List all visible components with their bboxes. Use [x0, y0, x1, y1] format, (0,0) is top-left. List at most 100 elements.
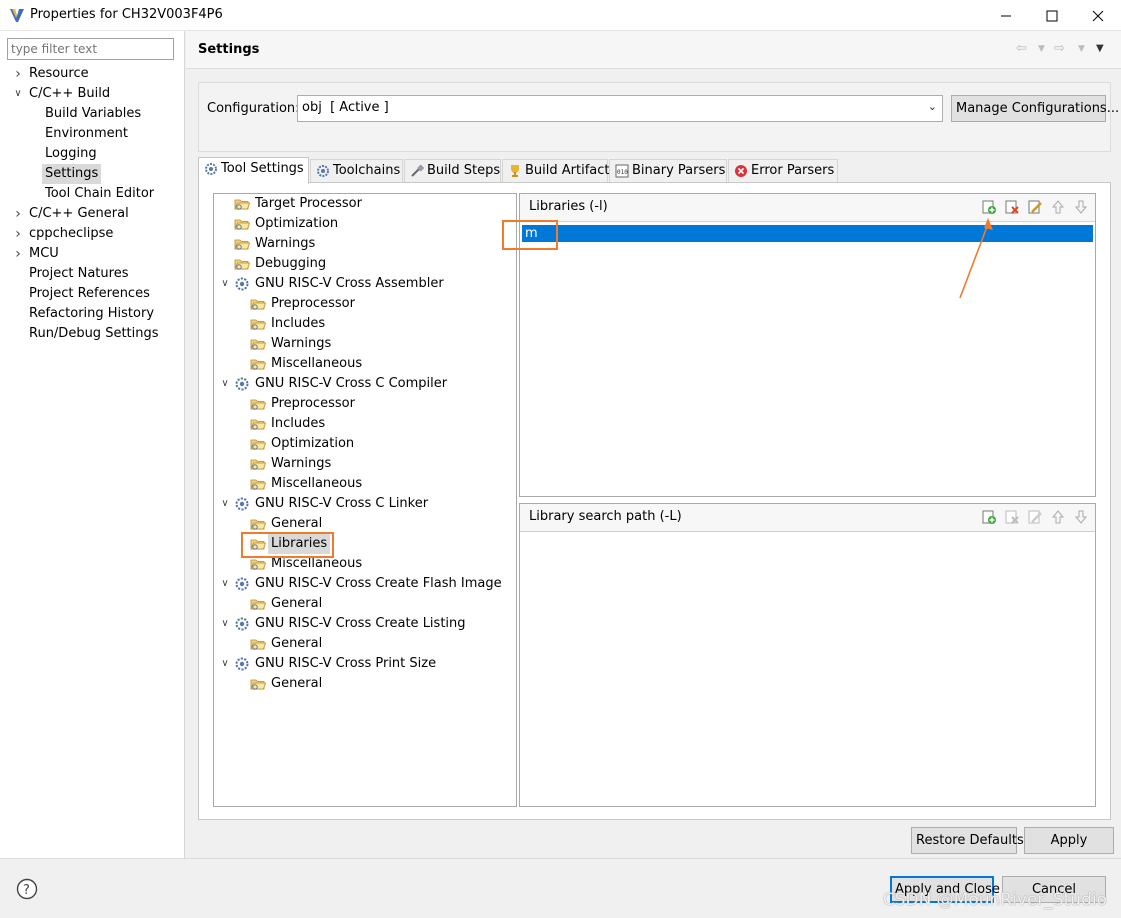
- tool-tree-label: Miscellaneous: [271, 476, 363, 491]
- option-folder-icon: [250, 596, 267, 612]
- chevron-right-icon[interactable]: ›: [12, 64, 24, 84]
- edit-icon[interactable]: [1027, 509, 1043, 525]
- manage-configurations-button[interactable]: Manage Configurations...: [951, 95, 1119, 122]
- annotation-highlight-libraries-node: [241, 532, 334, 558]
- tab-binary-parsers[interactable]: 010 Binary Parsers: [609, 159, 727, 183]
- back-arrow-icon[interactable]: ⇦: [1016, 41, 1027, 56]
- help-icon[interactable]: ?: [16, 878, 38, 900]
- chevron-down-icon[interactable]: ∨: [219, 274, 231, 294]
- watermark-text: CSDN @MounRiver_Studio: [882, 890, 1107, 910]
- tool-tree-label: General: [271, 676, 323, 691]
- option-folder-icon: [250, 476, 267, 492]
- chevron-right-icon[interactable]: ›: [12, 204, 24, 224]
- chevron-down-icon[interactable]: ∨: [219, 494, 231, 514]
- move-down-icon[interactable]: [1073, 509, 1089, 525]
- chevron-down-icon[interactable]: ∨: [12, 84, 24, 104]
- close-button[interactable]: [1075, 0, 1121, 31]
- forward-arrow-icon[interactable]: ⇨: [1054, 41, 1065, 56]
- dialog-footer: ? Apply and Close Cancel CSDN @MounRiver…: [0, 858, 1121, 918]
- tool-tree-item[interactable]: ∨ GNU RISC-V Cross Assembler: [214, 274, 516, 294]
- view-menu-icon[interactable]: ▼: [1096, 43, 1104, 54]
- nav-item[interactable]: ∨ C/C++ Build: [0, 84, 184, 104]
- option-folder-icon: [250, 336, 267, 352]
- tab-build-steps[interactable]: Build Steps: [404, 159, 501, 183]
- tool-tree-item[interactable]: ∨ GNU RISC-V Cross Create Flash Image: [214, 574, 516, 594]
- option-folder-icon: [250, 516, 267, 532]
- tool-option-item[interactable]: Miscellaneous: [214, 474, 516, 494]
- chevron-down-icon[interactable]: ∨: [219, 614, 231, 634]
- library-list-item[interactable]: m: [522, 225, 1093, 242]
- tool-tree-item[interactable]: ∨ GNU RISC-V Cross C Linker: [214, 494, 516, 514]
- restore-defaults-button[interactable]: Restore Defaults: [911, 827, 1024, 854]
- nav-item[interactable]: Run/Debug Settings: [0, 324, 184, 344]
- nav-item[interactable]: › MCU: [0, 244, 184, 264]
- tool-tree-label: Preprocessor: [271, 396, 355, 411]
- nav-item[interactable]: Logging: [0, 144, 184, 164]
- nav-item[interactable]: Refactoring History: [0, 304, 184, 324]
- edit-icon[interactable]: [1027, 199, 1043, 215]
- tool-option-item[interactable]: Debugging: [214, 254, 516, 274]
- tool-option-item[interactable]: Warnings: [214, 234, 516, 254]
- tool-option-item[interactable]: Optimization: [214, 434, 516, 454]
- tool-option-item[interactable]: Target Processor: [214, 194, 516, 214]
- nav-item[interactable]: Project References: [0, 284, 184, 304]
- apply-button[interactable]: Apply: [1024, 827, 1114, 854]
- tool-gear-icon: [234, 376, 250, 392]
- nav-item[interactable]: Build Variables: [0, 104, 184, 124]
- add-icon[interactable]: [981, 509, 997, 525]
- tab-build-artifact[interactable]: Build Artifact: [502, 159, 610, 183]
- tab-tool-settings[interactable]: Tool Settings: [198, 157, 309, 184]
- tool-tree-item[interactable]: ∨ GNU RISC-V Cross Create Listing: [214, 614, 516, 634]
- chevron-right-icon[interactable]: ›: [12, 244, 24, 264]
- tool-option-item[interactable]: Warnings: [214, 454, 516, 474]
- tool-tree-item[interactable]: ∨ GNU RISC-V Cross C Compiler: [214, 374, 516, 394]
- nav-item[interactable]: › Resource: [0, 64, 184, 84]
- tool-option-item[interactable]: General: [214, 634, 516, 654]
- move-down-icon[interactable]: [1073, 199, 1089, 215]
- chevron-right-icon[interactable]: ›: [12, 224, 24, 244]
- back-menu-icon[interactable]: ▼: [1038, 44, 1045, 54]
- move-up-icon[interactable]: [1050, 199, 1066, 215]
- libraries-panel-header: Libraries (-l): [520, 194, 1095, 222]
- libraries-panel-title: Libraries (-l): [529, 199, 608, 214]
- nav-item[interactable]: Tool Chain Editor: [0, 184, 184, 204]
- tool-option-item[interactable]: Optimization: [214, 214, 516, 234]
- delete-icon[interactable]: [1004, 509, 1020, 525]
- tab-toolchains[interactable]: Toolchains: [310, 159, 403, 183]
- tool-tree-label: Miscellaneous: [271, 356, 363, 371]
- tool-option-item[interactable]: Preprocessor: [214, 294, 516, 314]
- tool-option-item[interactable]: Includes: [214, 414, 516, 434]
- tool-option-item[interactable]: Miscellaneous: [214, 354, 516, 374]
- forward-menu-icon[interactable]: ▼: [1078, 44, 1085, 54]
- tool-option-item[interactable]: Preprocessor: [214, 394, 516, 414]
- nav-item[interactable]: Environment: [0, 124, 184, 144]
- move-up-icon[interactable]: [1050, 509, 1066, 525]
- delete-icon[interactable]: [1004, 199, 1020, 215]
- maximize-button[interactable]: [1029, 0, 1075, 31]
- nav-item[interactable]: › cppcheclipse: [0, 224, 184, 244]
- tool-option-item[interactable]: Warnings: [214, 334, 516, 354]
- tab-error-parsers[interactable]: Error Parsers: [728, 159, 838, 183]
- filter-input[interactable]: [7, 38, 174, 60]
- configuration-select[interactable]: obj [ Active ] ⌄: [297, 95, 943, 122]
- tool-option-item[interactable]: General: [214, 594, 516, 614]
- chevron-down-icon[interactable]: ∨: [219, 574, 231, 594]
- tool-option-item[interactable]: General: [214, 514, 516, 534]
- tool-tree-label: General: [271, 516, 323, 531]
- search-path-toolbar: [981, 509, 1089, 525]
- nav-item-label: MCU: [29, 246, 59, 261]
- chevron-down-icon[interactable]: ∨: [219, 654, 231, 674]
- tool-option-item[interactable]: Includes: [214, 314, 516, 334]
- nav-item[interactable]: › C/C++ General: [0, 204, 184, 224]
- tool-tree-item[interactable]: ∨ GNU RISC-V Cross Print Size: [214, 654, 516, 674]
- tool-option-item[interactable]: General: [214, 674, 516, 694]
- minimize-button[interactable]: [983, 0, 1029, 31]
- nav-item[interactable]: Settings: [0, 164, 184, 184]
- settings-page: Settings ⇦ ▼ ⇨ ▼ ▼ Configuration: obj [ …: [186, 31, 1121, 858]
- option-folder-icon: [250, 676, 267, 692]
- chevron-down-icon[interactable]: ∨: [219, 374, 231, 394]
- tool-gear-icon: [234, 576, 250, 592]
- option-folder-icon: [250, 356, 267, 372]
- nav-item[interactable]: Project Natures: [0, 264, 184, 284]
- option-folder-icon: [250, 316, 267, 332]
